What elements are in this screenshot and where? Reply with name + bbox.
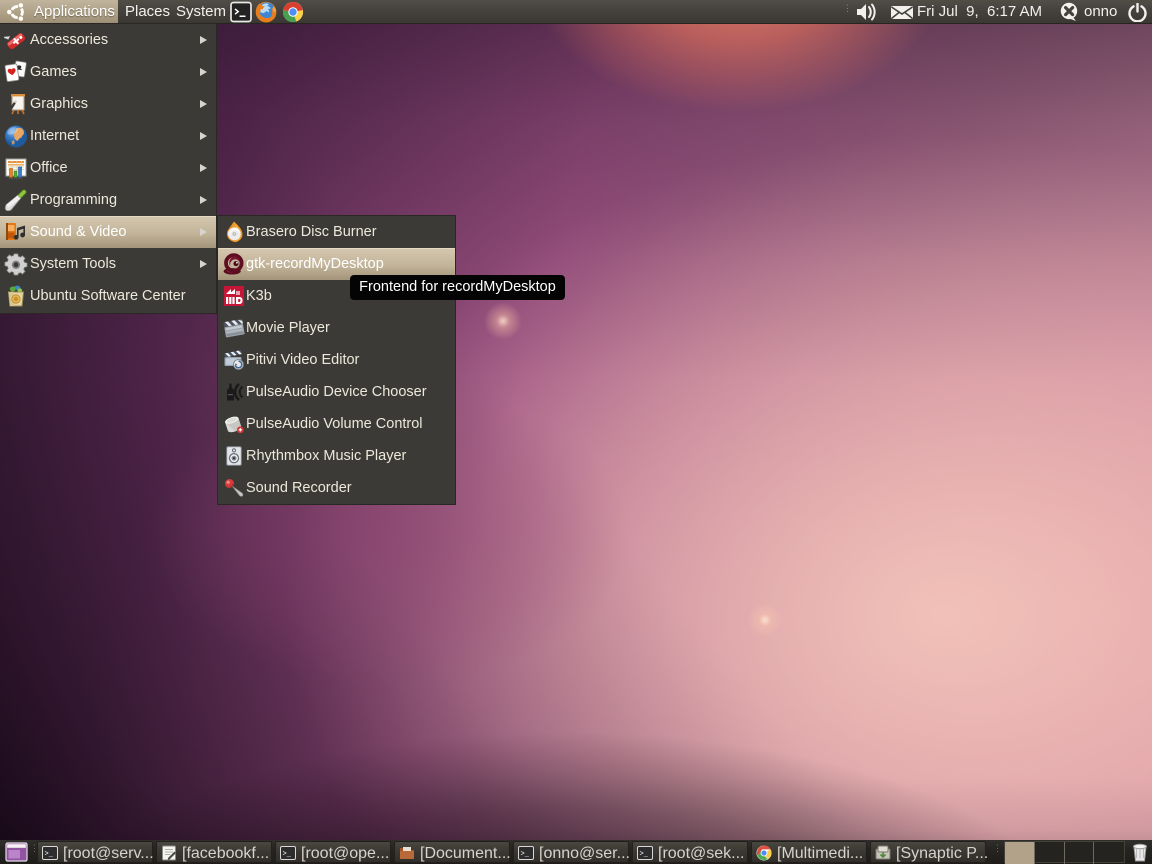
svg-text:>_: >_ <box>521 851 530 859</box>
svg-text:>_: >_ <box>283 851 292 859</box>
svg-text:>_: >_ <box>640 851 649 859</box>
svg-text:>_: >_ <box>45 851 54 859</box>
